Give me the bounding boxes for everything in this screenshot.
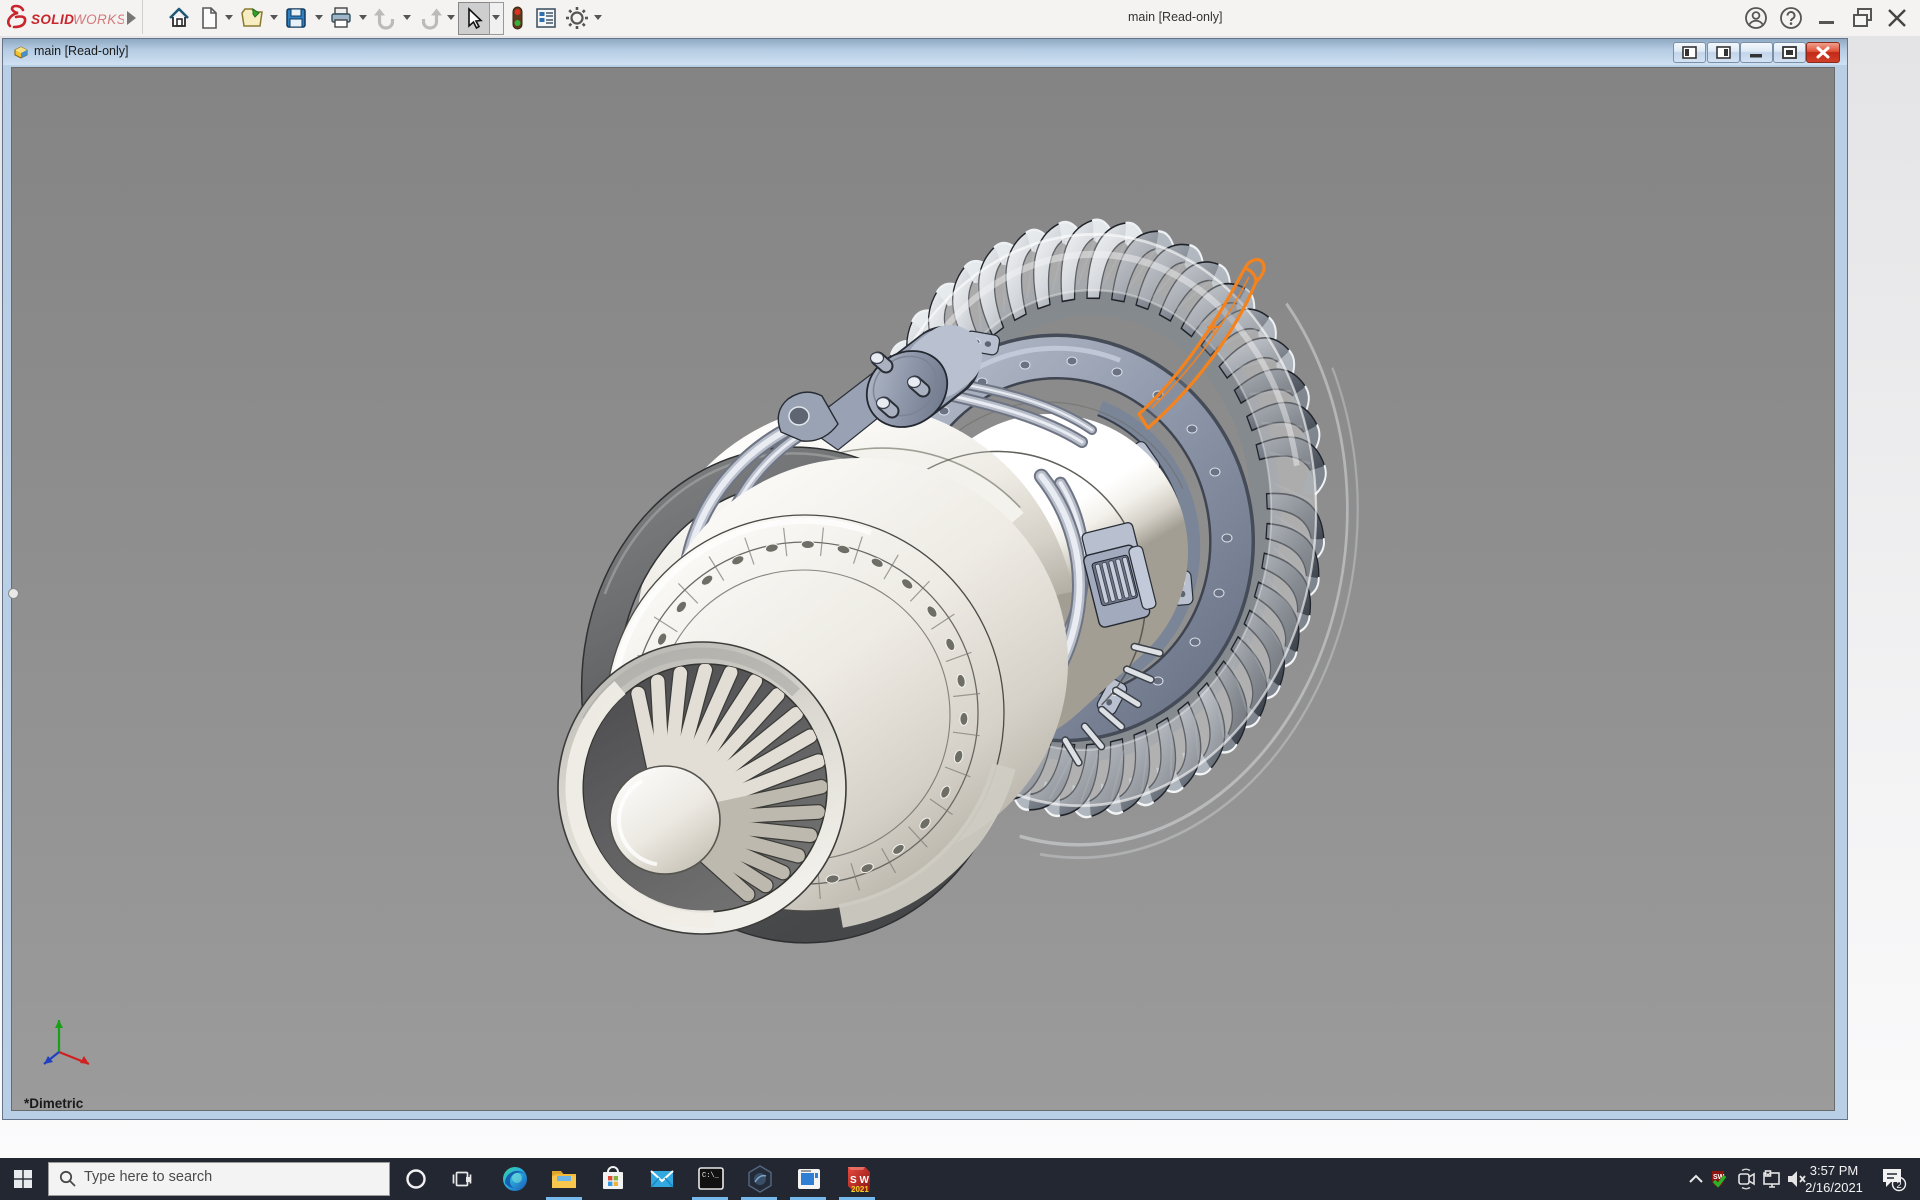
- svg-text:SOLID: SOLID: [31, 12, 74, 27]
- svg-text:2021: 2021: [851, 1185, 869, 1194]
- svg-text:C:\_: C:\_: [702, 1172, 720, 1180]
- svg-text:2: 2: [1896, 1180, 1901, 1191]
- svg-text:WORKS: WORKS: [73, 12, 124, 27]
